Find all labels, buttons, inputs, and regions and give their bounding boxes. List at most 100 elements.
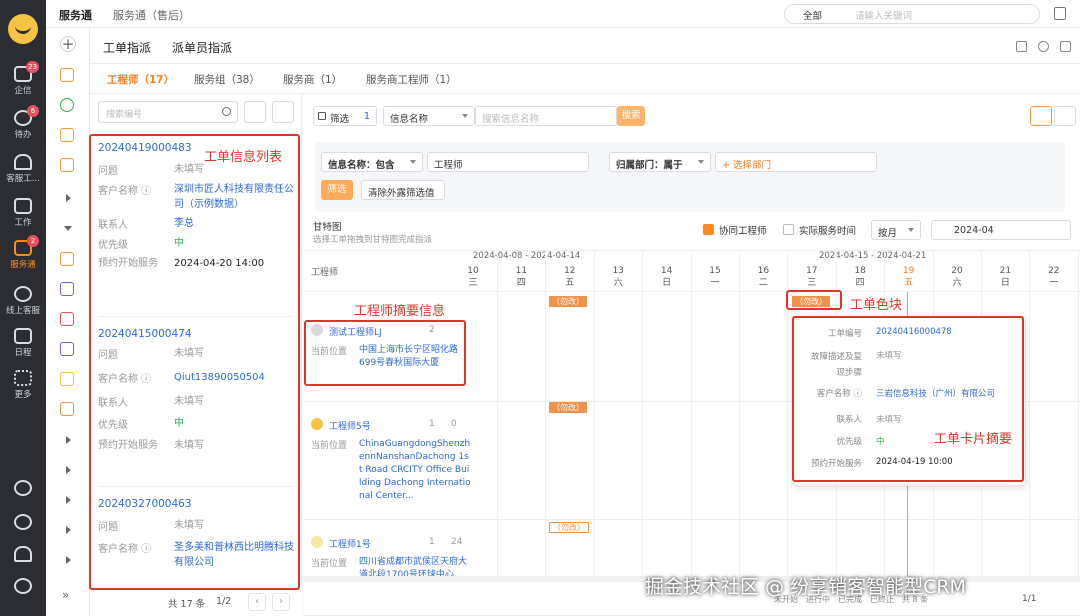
day-column-header: 10 三 <box>467 266 479 288</box>
search-icon[interactable] <box>222 107 231 116</box>
collapse-arrow-icon[interactable] <box>64 226 72 231</box>
week-label: 2024-04-08 - 2024-04-14 <box>473 251 581 261</box>
info-field-select[interactable]: 信息名称 <box>383 106 475 126</box>
order-count: 1 <box>429 537 435 547</box>
calendar-icon[interactable] <box>1016 41 1027 52</box>
condition-value-input[interactable]: 工程师 <box>427 152 589 172</box>
dept-picker[interactable]: + 选择部门 <box>715 152 877 172</box>
headset-icon <box>14 154 32 170</box>
expand-arrow-icon[interactable] <box>66 436 71 444</box>
sort-icon[interactable] <box>272 101 294 123</box>
app-logo-icon[interactable] <box>8 14 38 44</box>
fullscreen-icon[interactable] <box>1060 41 1071 52</box>
search-input[interactable]: 请输入关键词 <box>855 8 912 22</box>
day-column-header: 20 六 <box>951 266 963 288</box>
prev-page-button[interactable]: ‹ <box>248 593 266 611</box>
period-select[interactable]: 按月 <box>871 220 921 240</box>
clock-icon[interactable] <box>0 514 46 532</box>
clipboard-icon[interactable] <box>60 342 74 356</box>
rail-item-work[interactable]: 工作 <box>0 198 46 228</box>
day-column-header: 11 四 <box>515 266 528 288</box>
badge-icon[interactable] <box>60 372 74 386</box>
info-search-button[interactable]: 搜索 <box>617 106 645 126</box>
cowork-label: 协同工程师 <box>719 226 767 237</box>
rail-item-chat[interactable]: 23 企信 <box>0 61 46 96</box>
rail-item-more[interactable]: 更多 <box>0 370 46 400</box>
expand-arrow-icon[interactable] <box>66 526 71 534</box>
check-circle-icon: 6 <box>14 105 39 126</box>
gantt-title: 甘特图 <box>313 222 342 233</box>
page-select[interactable]: 1/2 <box>216 596 231 607</box>
work-order-block[interactable]: （勿改） <box>549 402 587 413</box>
work-order-block[interactable]: （勿改） <box>549 296 587 307</box>
refresh-icon[interactable] <box>1038 41 1049 52</box>
annotation-card-box <box>792 316 1024 482</box>
rail-item-service[interactable]: 2 服务通 <box>0 235 46 270</box>
list-search-input[interactable]: 搜索编号 <box>98 101 238 123</box>
calculator-icon[interactable] <box>1054 7 1066 20</box>
day-column-header: 17 三 <box>806 266 818 288</box>
clear-filter-button[interactable]: 清除外露筛选值 <box>361 180 445 200</box>
tab-provider[interactable]: 服务商（1） <box>283 72 342 87</box>
global-search[interactable]: 全部 请输入关键词 <box>784 4 1040 24</box>
rail-item-cs-work[interactable]: 客服工... <box>0 154 46 184</box>
check-icon[interactable] <box>60 98 74 112</box>
filter-conditions: 信息名称：包含 工程师 归属部门：属于 + 选择部门 筛选 清除外露筛选值 <box>315 142 1065 212</box>
page-title-assign[interactable]: 工单指派 <box>103 39 151 56</box>
doc-icon[interactable] <box>60 158 74 172</box>
image-icon[interactable] <box>60 402 74 416</box>
day-column-header: 15 一 <box>709 266 721 288</box>
rail-item-online-cs[interactable]: 线上客服 <box>0 286 46 316</box>
expand-sidebar-icon[interactable]: » <box>62 588 76 602</box>
settings-icon[interactable] <box>0 578 46 596</box>
avatar <box>311 418 323 430</box>
apply-filter-button[interactable]: 筛选 <box>321 180 353 200</box>
rail-item-todo[interactable]: 6 待办 <box>0 105 46 140</box>
day-column-header: 13 六 <box>612 266 624 288</box>
gantt-pager[interactable]: 1/1 <box>1022 594 1036 604</box>
info-search-input[interactable]: 搜索信息名称 <box>475 106 617 126</box>
home-icon[interactable] <box>60 68 74 82</box>
dept-field-select[interactable]: 归属部门：属于 <box>609 152 711 172</box>
report-icon[interactable] <box>60 312 74 326</box>
day-column-header: 14 日 <box>660 266 673 288</box>
page-header: 工单指派 派单员指派 <box>90 28 1080 64</box>
search-scope-select[interactable]: 全部 <box>803 8 822 22</box>
tab-provider-engineer[interactable]: 服务商工程师（1） <box>366 72 457 87</box>
map-view-icon[interactable] <box>1054 106 1076 126</box>
cowork-checkbox[interactable] <box>703 224 714 235</box>
expand-arrow-icon[interactable] <box>66 194 71 202</box>
work-order-block[interactable]: （勿改） <box>549 522 589 533</box>
month-picker[interactable]: 2024-04 <box>931 220 1071 240</box>
left-rail: 23 企信 6 待办 客服工... 工作 2 服务通 线上客服 日程 更多 <box>0 0 46 616</box>
filter-toggle[interactable]: 筛选 1 <box>313 106 377 126</box>
expand-arrow-icon[interactable] <box>66 556 71 564</box>
annotation-engineer-label: 工程师摘要信息 <box>354 304 446 319</box>
help-icon[interactable] <box>0 480 46 498</box>
expand-arrow-icon[interactable] <box>66 466 71 474</box>
expand-arrow-icon[interactable] <box>66 496 71 504</box>
tab-service-group[interactable]: 服务组（38） <box>194 72 260 87</box>
next-page-button[interactable]: › <box>272 593 290 611</box>
tab-engineer[interactable]: 工程师（17） <box>107 72 175 96</box>
add-icon[interactable]: + <box>60 36 76 52</box>
order-count: 24 <box>451 537 463 547</box>
bell-icon[interactable] <box>60 128 74 142</box>
avatar <box>311 536 323 548</box>
annotation-block-box <box>786 290 842 310</box>
user-settings-icon[interactable] <box>0 546 46 564</box>
rail-item-calendar[interactable]: 日程 <box>0 328 46 358</box>
order-count: 1 <box>429 419 435 429</box>
page-title-dispatcher[interactable]: 派单员指派 <box>172 39 232 56</box>
actual-time-label: 实际服务时间 <box>799 226 857 237</box>
filter-icon[interactable] <box>244 101 266 123</box>
dispatch-icon[interactable] <box>60 282 74 296</box>
gantt-view-icon[interactable] <box>1030 106 1052 126</box>
actual-time-checkbox[interactable] <box>783 224 794 235</box>
top-bar: 服务通 服务通（售后） 全部 请输入关键词 <box>46 0 1080 28</box>
order-icon[interactable] <box>60 252 74 266</box>
day-column-header: 18 四 <box>854 266 866 288</box>
app-name: 服务通 <box>59 9 92 22</box>
condition-field-select[interactable]: 信息名称：包含 <box>321 152 423 172</box>
service-select[interactable]: 服务通（售后） <box>113 7 190 23</box>
